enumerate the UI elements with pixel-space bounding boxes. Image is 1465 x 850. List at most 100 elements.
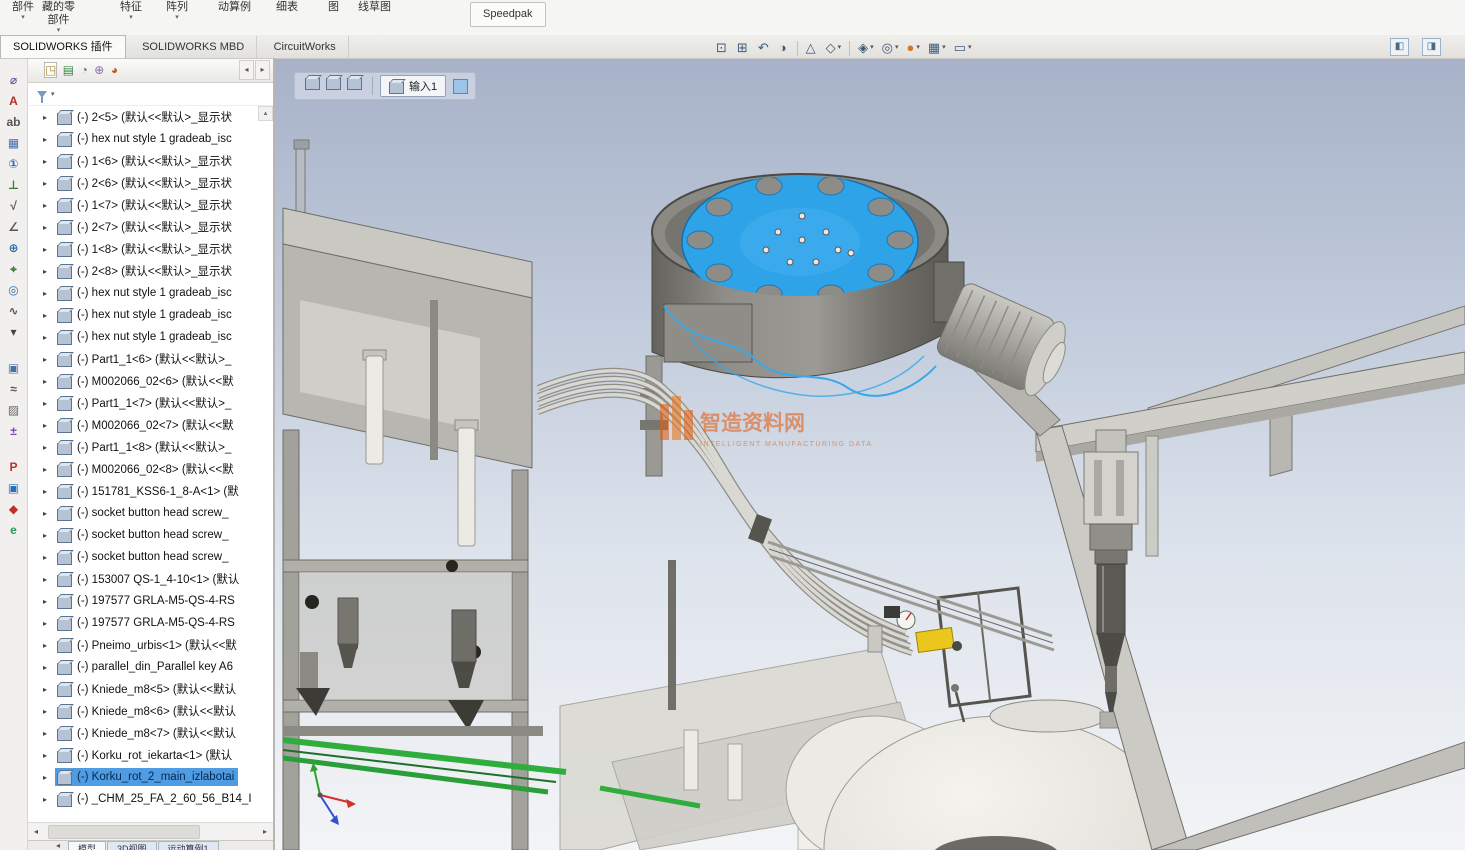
revision-cloud-icon[interactable]: ≈ <box>3 379 25 400</box>
tree-item-body[interactable]: (-) hex nut style 1 gradeab_isc <box>55 284 236 302</box>
collapse-left-pane-icon[interactable]: ◧ <box>1390 38 1409 56</box>
expand-arrow-icon[interactable]: ▸ <box>43 135 55 144</box>
collapse-right-pane-icon[interactable]: ◨ <box>1422 38 1441 56</box>
expand-arrow-icon[interactable]: ▸ <box>43 311 55 320</box>
blocks-icon[interactable]: ▣ <box>3 358 25 379</box>
zoom-fit-icon[interactable]: ⊡ <box>712 39 733 57</box>
tree-item[interactable]: ▸ (-) Part1_1<8> (默认<<默认>_ <box>28 436 258 458</box>
tree-item[interactable]: ▸ (-) 2<7> (默认<<默认>_显示状 <box>28 216 258 238</box>
tree-item[interactable]: ▸ (-) Pneimo_urbis<1> (默认<<默 <box>28 634 258 656</box>
tree-item-body[interactable]: (-) M002066_02<7> (默认<<默 <box>55 416 238 434</box>
previous-view-icon[interactable]: ↶ <box>754 39 775 57</box>
tree-item[interactable]: ▸ (-) Korku_rot_2_main_izlabotai <box>28 766 258 788</box>
area-hatch-icon[interactable]: ▨ <box>3 400 25 421</box>
ribbon-features-button[interactable]: 特征 ▾ <box>120 1 142 21</box>
zoom-area-icon[interactable]: ⊞ <box>733 39 754 57</box>
tree-item-body[interactable]: (-) M002066_02<8> (默认<<默 <box>55 460 238 478</box>
tree-item[interactable]: ▸ (-) 153007 QS-1_4-10<1> (默认 <box>28 568 258 590</box>
tree-item-body[interactable]: (-) M002066_02<6> (默认<<默 <box>55 372 238 390</box>
ribbon-components-button[interactable]: 部件 ▾ <box>12 1 34 21</box>
tree-item-body[interactable]: (-) 153007 QS-1_4-10<1> (默认 <box>55 570 243 588</box>
tree-item[interactable]: ▸ (-) 2<8> (默认<<默认>_显示状 <box>28 260 258 282</box>
geometric-tolerance-icon[interactable]: ⊕ <box>3 238 25 259</box>
tree-item[interactable]: ▸ (-) hex nut style 1 gradeab_isc <box>28 326 258 348</box>
addin-tab[interactable]: SOLIDWORKS 插件 <box>0 35 126 58</box>
expand-arrow-icon[interactable]: ▸ <box>43 641 55 650</box>
edrawings-icon[interactable]: e <box>3 520 25 541</box>
ribbon-bom-button[interactable]: 细表 <box>276 1 298 14</box>
scroll-left-icon[interactable]: ◂ <box>28 827 44 836</box>
tree-item-body[interactable]: (-) 2<8> (默认<<默认>_显示状 <box>55 262 236 280</box>
expand-arrow-icon[interactable]: ▸ <box>43 157 55 166</box>
expand-arrow-icon[interactable]: ▸ <box>43 531 55 540</box>
expand-arrow-icon[interactable]: ▸ <box>43 443 55 452</box>
expand-arrow-icon[interactable]: ▸ <box>43 421 55 430</box>
tree-item-body[interactable]: (-) hex nut style 1 gradeab_isc <box>55 328 236 346</box>
import-feature-tab[interactable]: 输入1 <box>380 75 447 97</box>
expand-arrow-icon[interactable]: ▸ <box>43 377 55 386</box>
expand-arrow-icon[interactable]: ▸ <box>43 113 55 122</box>
tree-item[interactable]: ▸ (-) M002066_02<7> (默认<<默 <box>28 414 258 436</box>
expand-arrow-icon[interactable]: ▸ <box>43 663 55 672</box>
section-view-icon[interactable]: ◑ <box>775 39 793 57</box>
more-annotations-icon[interactable]: ▾ <box>3 322 25 343</box>
tree-item-body[interactable]: (-) Kniede_m8<6> (默认<<默认 <box>55 702 240 720</box>
scroll-tabs-right-icon[interactable]: ▸ <box>255 60 270 80</box>
propertymanager-tab[interactable]: ▤ <box>62 62 75 78</box>
magnetic-line-icon[interactable]: ∿ <box>3 301 25 322</box>
location-label-icon[interactable]: ◎ <box>3 280 25 301</box>
tree-horizontal-scrollbar[interactable]: ◂ ▸ <box>28 822 273 840</box>
spell-checker-icon[interactable]: ab <box>3 112 25 133</box>
ribbon-speedpak-button[interactable]: Speedpak <box>470 2 546 27</box>
panel-splitter[interactable] <box>273 58 275 850</box>
ribbon-motion-study-button[interactable]: 动算例 <box>218 1 251 14</box>
document-tab[interactable]: 运动算例1 <box>157 841 219 850</box>
tree-item-body[interactable]: (-) 1<6> (默认<<默认>_显示状 <box>55 152 236 170</box>
expand-arrow-icon[interactable]: ▸ <box>43 751 55 760</box>
tree-item[interactable]: ▸ (-) socket button head screw_ <box>28 546 258 568</box>
scrollbar-thumb[interactable] <box>48 824 200 839</box>
featuremanager-tab[interactable]: ◳ <box>44 62 58 78</box>
tree-item-body[interactable]: (-) 1<8> (默认<<默认>_显示状 <box>55 240 236 258</box>
capture-view-icon[interactable]: ◆ <box>3 499 25 520</box>
tree-item[interactable]: ▸ (-) hex nut style 1 gradeab_isc <box>28 128 258 150</box>
tree-item[interactable]: ▸ (-) 2<6> (默认<<默认>_显示状 <box>28 172 258 194</box>
expand-arrow-icon[interactable]: ▸ <box>43 729 55 738</box>
tree-item-body[interactable]: (-) _CHM_25_FA_2_60_56_B14_I <box>55 790 256 808</box>
tree-item-body[interactable]: (-) Part1_1<6> (默认<<默认>_ <box>55 350 235 368</box>
expand-arrow-icon[interactable]: ▸ <box>43 773 55 782</box>
tree-item-body[interactable]: (-) 2<7> (默认<<默认>_显示状 <box>55 218 236 236</box>
tree-item[interactable]: ▸ (-) Part1_1<7> (默认<<默认>_ <box>28 392 258 414</box>
surface-finish-icon[interactable]: √ <box>3 196 25 217</box>
tree-item[interactable]: ▸ (-) hex nut style 1 gradeab_isc <box>28 282 258 304</box>
body-color-icon[interactable] <box>453 78 469 94</box>
publish-3d-pdf-icon[interactable]: P <box>3 457 25 478</box>
expand-arrow-icon[interactable]: ▸ <box>43 795 55 804</box>
display-style-icon[interactable]: ◈ ▾ <box>854 39 878 57</box>
note-icon[interactable]: A <box>3 91 25 112</box>
dimxpertmanager-tab[interactable]: ⊕ <box>93 62 105 78</box>
balloon-icon[interactable]: ① <box>3 154 25 175</box>
document-tab[interactable]: 3D视图 <box>107 841 157 850</box>
tree-item-body[interactable]: (-) 2<6> (默认<<默认>_显示状 <box>55 174 236 192</box>
tree-item[interactable]: ▸ (-) hex nut style 1 gradeab_isc <box>28 304 258 326</box>
hide-show-items-icon[interactable]: ◎ ▾ <box>878 39 903 57</box>
tree-item[interactable]: ▸ (-) Kniede_m8<6> (默认<<默认 <box>28 700 258 722</box>
tree-item-body[interactable]: (-) 1<7> (默认<<默认>_显示状 <box>55 196 236 214</box>
tree-item[interactable]: ▸ (-) M002066_02<8> (默认<<默 <box>28 458 258 480</box>
tree-item-body[interactable]: (-) hex nut style 1 gradeab_isc <box>55 306 236 324</box>
tree-item-body[interactable]: (-) Pneimo_urbis<1> (默认<<默 <box>55 636 241 654</box>
tree-item-body[interactable]: (-) parallel_din_Parallel key A6 <box>55 658 237 676</box>
expand-arrow-icon[interactable]: ▸ <box>43 223 55 232</box>
edit-appearance-icon[interactable]: ● ▾ <box>902 39 923 57</box>
expand-arrow-icon[interactable]: ▸ <box>43 575 55 584</box>
view-settings-icon[interactable]: ▭ ▾ <box>950 39 976 57</box>
datum-target-icon[interactable]: ⌖ <box>3 259 25 280</box>
apply-scene-icon[interactable]: ▦ ▾ <box>924 39 950 57</box>
tree-scroll-up-button[interactable]: ▴ <box>258 106 273 121</box>
ribbon-pattern-button[interactable]: 阵列 ▾ <box>166 1 188 21</box>
expand-arrow-icon[interactable]: ▸ <box>43 355 55 364</box>
tree-item[interactable]: ▸ (-) Part1_1<6> (默认<<默认>_ <box>28 348 258 370</box>
tree-item[interactable]: ▸ (-) parallel_din_Parallel key A6 <box>28 656 258 678</box>
scroll-tabs-left-icon[interactable]: ◂ <box>239 60 254 80</box>
